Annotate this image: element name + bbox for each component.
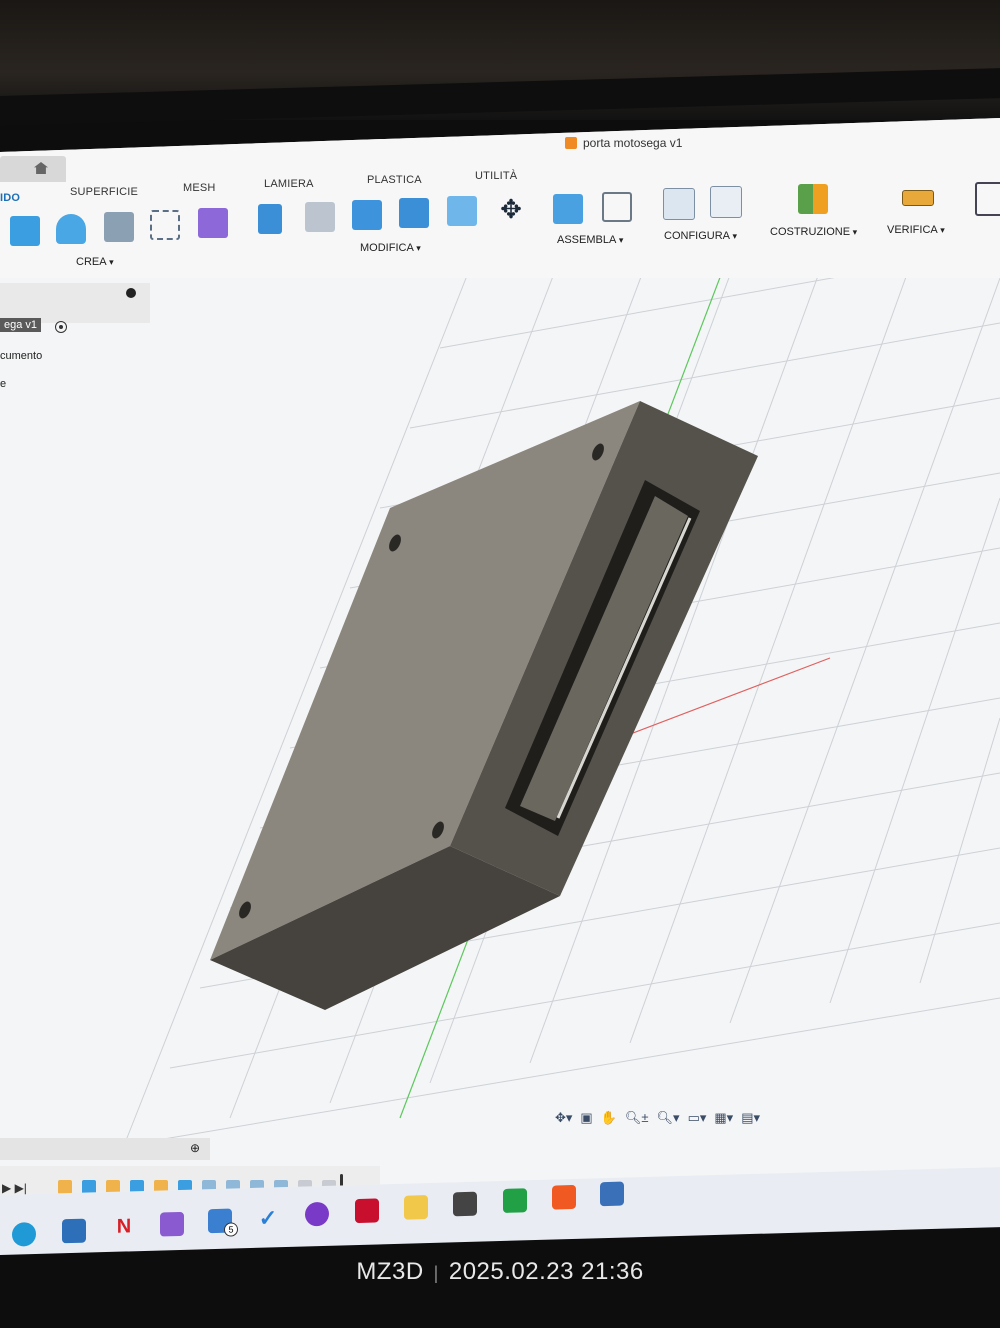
calculator-icon[interactable]: [600, 1181, 624, 1207]
photo-watermark: MZ3D | 2025.02.23 21:36: [0, 1258, 1000, 1286]
insert-icon[interactable]: [975, 182, 1000, 216]
tab-lamiera[interactable]: LAMIERA: [264, 178, 314, 190]
document-title: porta motosega v1: [565, 136, 682, 150]
scale-icon[interactable]: [447, 196, 477, 226]
watermark-datetime: 2025.02.23 21:36: [448, 1258, 644, 1285]
as-built-joint-icon[interactable]: [602, 192, 632, 222]
verifica-menu[interactable]: VERIFICA: [887, 224, 945, 236]
form-icon[interactable]: [198, 208, 228, 238]
sketch-icon[interactable]: [150, 210, 180, 240]
parameters-icon[interactable]: [663, 188, 695, 220]
orbit-icon[interactable]: ✥▾: [555, 1110, 572, 1126]
toolbar-ribbon: porta motosega v1 IDO SUPERFICIE MESH LA…: [0, 118, 1000, 278]
viewports-icon[interactable]: ▤▾: [741, 1110, 760, 1126]
flange-icon[interactable]: [258, 204, 282, 234]
browser-collapse-icon[interactable]: [126, 288, 136, 298]
amd-icon[interactable]: [355, 1198, 379, 1224]
revolve-icon[interactable]: [104, 212, 134, 242]
zoom-icon[interactable]: 🔍︎±: [625, 1110, 649, 1126]
fit-icon[interactable]: 🔍︎▾: [657, 1110, 680, 1126]
netflix-icon[interactable]: N: [112, 1215, 136, 1240]
display-mode-icon[interactable]: ▭▾: [688, 1110, 707, 1126]
browser-item-named-views[interactable]: e: [0, 378, 6, 390]
offset-plane-icon[interactable]: [798, 184, 828, 214]
store-icon[interactable]: [62, 1218, 86, 1244]
new-joint-icon[interactable]: [553, 194, 583, 224]
browser-root-item[interactable]: ega v1: [0, 318, 42, 332]
document-icon: [565, 137, 577, 149]
document-title-text: porta motosega v1: [583, 136, 683, 150]
browser-item-document-settings[interactable]: cumento: [0, 350, 42, 362]
combine-icon[interactable]: [399, 198, 429, 228]
tab-superficie[interactable]: SUPERFICIE: [70, 186, 138, 198]
navigation-bar: ✥▾ ▣ ✋ 🔍︎± 🔍︎▾ ▭▾ ▦▾ ▤▾: [555, 1110, 760, 1126]
watermark-separator: |: [433, 1263, 439, 1283]
costruzione-menu[interactable]: COSTRUZIONE: [770, 226, 857, 238]
screen: porta motosega v1 IDO SUPERFICIE MESH LA…: [0, 118, 1000, 1253]
look-at-icon[interactable]: ▣: [580, 1110, 592, 1126]
comments-panel: [0, 1138, 210, 1160]
grid-icon[interactable]: ▦▾: [714, 1110, 733, 1126]
home-tab[interactable]: [0, 156, 66, 182]
tab-plastica[interactable]: PLASTICA: [367, 174, 422, 186]
app-grid-icon[interactable]: [453, 1191, 477, 1217]
file-explorer-icon[interactable]: [404, 1195, 428, 1220]
todo-icon[interactable]: ✓: [256, 1205, 280, 1231]
add-comment-icon[interactable]: ⊕: [190, 1141, 200, 1155]
edge-icon[interactable]: [12, 1221, 36, 1247]
measure-icon[interactable]: [902, 190, 934, 206]
new-component-icon[interactable]: [10, 216, 40, 246]
tab-mesh[interactable]: MESH: [183, 182, 216, 194]
timeline-playback-icon[interactable]: ▶ ▶|: [2, 1181, 27, 1195]
fillet-icon[interactable]: [305, 202, 335, 232]
fusion-icon[interactable]: [552, 1184, 576, 1210]
timeline-sketch-icon[interactable]: [58, 1180, 72, 1194]
creative-app-icon[interactable]: [160, 1211, 184, 1237]
shell-icon[interactable]: [352, 200, 382, 230]
watermark-brand: MZ3D: [356, 1258, 424, 1285]
pan-icon[interactable]: ✋: [601, 1110, 617, 1126]
model-body[interactable]: [210, 401, 758, 1010]
excel-icon[interactable]: [503, 1188, 527, 1213]
extrude-icon[interactable]: [56, 214, 86, 244]
configure-table-icon[interactable]: [710, 186, 742, 218]
assembla-menu[interactable]: ASSEMBLA: [557, 234, 623, 246]
modifica-menu[interactable]: MODIFICA: [360, 242, 421, 254]
app-icon[interactable]: [305, 1201, 329, 1227]
canvas-viewport[interactable]: [0, 118, 1000, 1253]
move-icon[interactable]: ✥: [496, 194, 526, 224]
home-icon: [34, 162, 48, 174]
tab-solido[interactable]: IDO: [0, 192, 20, 204]
configura-menu[interactable]: CONFIGURA: [664, 230, 737, 242]
notification-badge: 5: [224, 1222, 238, 1237]
tab-utilita[interactable]: UTILITÀ: [475, 170, 517, 182]
chat-icon[interactable]: 5: [208, 1208, 238, 1237]
crea-menu[interactable]: CREA: [76, 256, 114, 268]
active-component-icon[interactable]: [55, 321, 67, 333]
